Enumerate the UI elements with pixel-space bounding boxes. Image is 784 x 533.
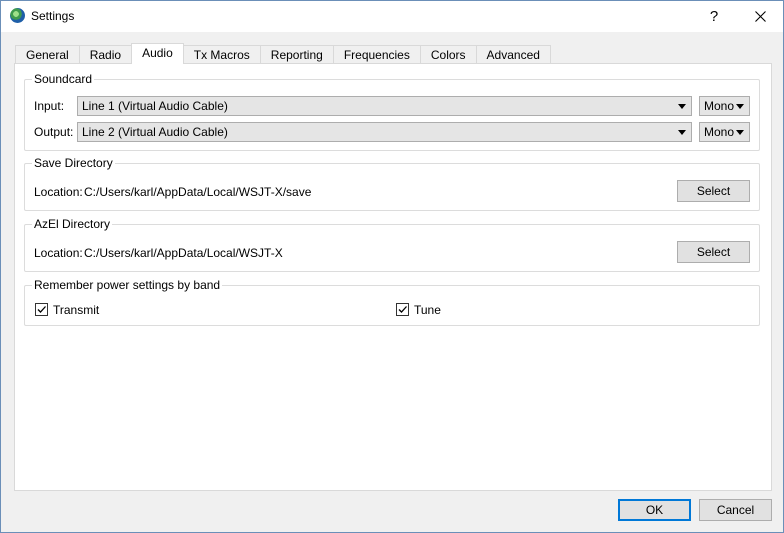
- checkmark-icon: [37, 306, 46, 313]
- azel-directory-group: AzEl Directory Location: C:/Users/karl/A…: [24, 217, 760, 272]
- help-icon: ?: [709, 8, 719, 25]
- save-directory-title: Save Directory: [32, 156, 115, 170]
- tab-radio[interactable]: Radio: [78, 45, 133, 64]
- close-icon: [754, 11, 766, 22]
- tab-colors[interactable]: Colors: [419, 45, 477, 64]
- input-label: Input:: [34, 99, 65, 113]
- output-device-select[interactable]: Line 2 (Virtual Audio Cable): [77, 122, 692, 142]
- azel-select-button[interactable]: Select: [677, 241, 750, 263]
- input-device-select[interactable]: Line 1 (Virtual Audio Cable): [77, 96, 692, 116]
- cancel-button[interactable]: Cancel: [699, 499, 772, 521]
- tab-reporting[interactable]: Reporting: [259, 45, 334, 64]
- tune-label[interactable]: Tune: [414, 303, 441, 317]
- save-location-label: Location:: [34, 185, 83, 199]
- chevron-down-icon: [678, 130, 686, 135]
- output-channel-select[interactable]: Mono: [699, 122, 750, 142]
- tab-advanced[interactable]: Advanced: [475, 45, 551, 64]
- output-device-value: Line 2 (Virtual Audio Cable): [82, 125, 228, 139]
- tab-audio[interactable]: Audio: [131, 43, 184, 64]
- input-channel-select[interactable]: Mono: [699, 96, 750, 116]
- input-device-value: Line 1 (Virtual Audio Cable): [82, 99, 228, 113]
- save-location-value: C:/Users/karl/AppData/Local/WSJT-X/save: [84, 185, 312, 199]
- wsjtx-globe-icon: [10, 8, 25, 23]
- transmit-checkbox[interactable]: [35, 303, 48, 316]
- output-channel-value: Mono: [704, 125, 735, 139]
- tab-frequencies[interactable]: Frequencies: [332, 45, 421, 64]
- azel-location-label: Location:: [34, 246, 83, 260]
- save-directory-group: Save Directory Location: C:/Users/karl/A…: [24, 156, 760, 211]
- title-bar[interactable]: Settings ?: [1, 1, 783, 32]
- power-settings-title: Remember power settings by band: [32, 278, 223, 292]
- tab-general[interactable]: General: [15, 45, 80, 64]
- close-button[interactable]: [737, 1, 783, 32]
- azel-directory-title: AzEl Directory: [32, 217, 113, 231]
- soundcard-group-title: Soundcard: [32, 72, 95, 86]
- chevron-down-icon: [736, 104, 744, 109]
- input-channel-value: Mono: [704, 99, 735, 113]
- tab-tx-macros[interactable]: Tx Macros: [182, 45, 261, 64]
- settings-window: Settings ? General Radio Audio Tx Macros…: [0, 0, 784, 533]
- tune-checkbox[interactable]: [396, 303, 409, 316]
- audio-tab-panel: Soundcard Input: Line 1 (Virtual Audio C…: [14, 63, 772, 491]
- azel-location-value: C:/Users/karl/AppData/Local/WSJT-X: [84, 246, 283, 260]
- ok-button[interactable]: OK: [618, 499, 691, 521]
- chevron-down-icon: [678, 104, 686, 109]
- tab-bar: General Radio Audio Tx Macros Reporting …: [15, 43, 551, 64]
- window-title: Settings: [31, 9, 75, 23]
- save-select-button[interactable]: Select: [677, 180, 750, 202]
- transmit-label[interactable]: Transmit: [53, 303, 99, 317]
- output-label: Output:: [34, 125, 74, 139]
- soundcard-group: Soundcard Input: Line 1 (Virtual Audio C…: [24, 72, 760, 151]
- power-settings-group: Remember power settings by band Transmit…: [24, 278, 760, 326]
- checkmark-icon: [398, 306, 407, 313]
- help-button[interactable]: ?: [691, 1, 737, 32]
- chevron-down-icon: [736, 130, 744, 135]
